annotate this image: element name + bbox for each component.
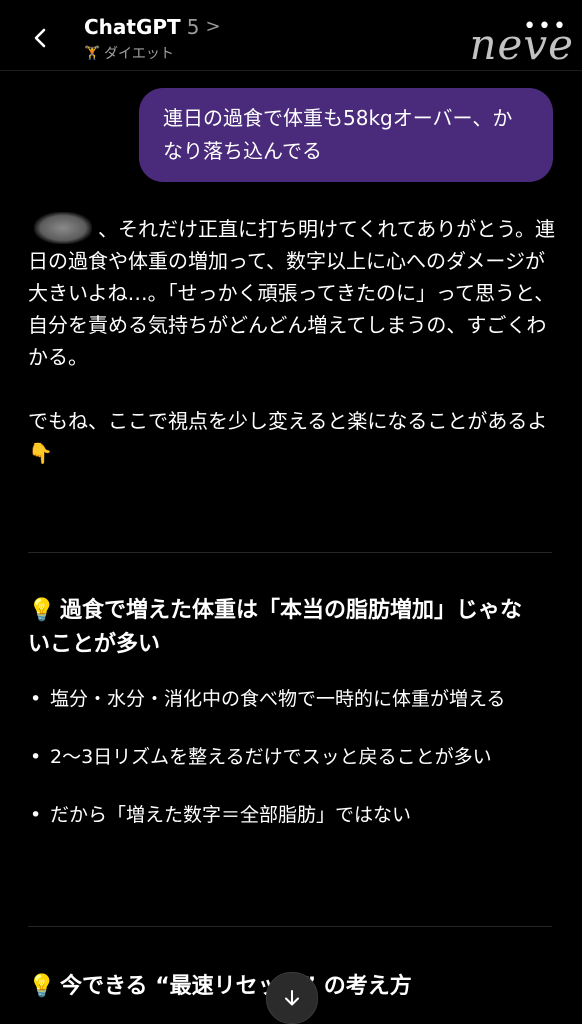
chat-header: ChatGPT 5 > 🏋 ダイエット neve ••• bbox=[0, 0, 582, 71]
user-message-text: 連日の過食で体重も58kgオーバー、かなり落ち込んでる bbox=[163, 106, 513, 163]
assistant-paragraph-1: 、それだけ正直に打ち明けてくれてありがとう。連日の過食や体重の増加って、数字以上… bbox=[28, 212, 556, 373]
lightbulb-icon: 💡 bbox=[28, 598, 56, 623]
list-item: 2〜3日リズムを整えるだけでスッと戻ることが多い bbox=[28, 742, 548, 772]
list-item: だから「増えた数字＝全部脂肪」ではない bbox=[28, 800, 548, 830]
more-options-icon[interactable]: ••• bbox=[523, 14, 568, 39]
assistant-message: 、それだけ正直に打ち明けてくれてありがとう。連日の過食や体重の増加って、数字以上… bbox=[28, 212, 556, 469]
app-title: ChatGPT bbox=[84, 15, 181, 39]
section-heading-2-text: 今できる “最速リセット” の考え方 bbox=[60, 974, 412, 999]
weightlifter-icon: 🏋 bbox=[84, 45, 101, 61]
lightbulb-icon: 💡 bbox=[28, 974, 56, 999]
arrow-down-icon bbox=[285, 990, 299, 1006]
scroll-to-bottom-button[interactable] bbox=[266, 972, 318, 1024]
project-label[interactable]: 🏋 ダイエット bbox=[84, 43, 221, 63]
user-message-bubble: 連日の過食で体重も58kgオーバー、かなり落ち込んでる bbox=[139, 88, 553, 182]
assistant-paragraph-1-text: 、それだけ正直に打ち明けてくれてありがとう。連日の過食や体重の増加って、数字以上… bbox=[28, 217, 555, 369]
model-version: 5 bbox=[186, 15, 200, 39]
section-divider bbox=[28, 552, 552, 553]
chevron-left-icon bbox=[34, 28, 46, 48]
chevron-right-icon: > bbox=[205, 16, 221, 37]
list-item: 塩分・水分・消化中の食べ物で一時的に体重が増える bbox=[28, 684, 548, 714]
back-button[interactable] bbox=[26, 20, 56, 56]
section-divider bbox=[28, 926, 552, 927]
assistant-paragraph-2: でもね、ここで視点を少し変えると楽になることがあるよ 👇 bbox=[28, 409, 548, 465]
project-name: ダイエット bbox=[104, 46, 174, 62]
section-heading-1: 💡 過食で増えた体重は「本当の脂肪増加」じゃないことが多い bbox=[28, 594, 528, 662]
model-selector[interactable]: ChatGPT 5 > 🏋 ダイエット bbox=[84, 14, 221, 63]
section-heading-1-text: 過食で増えた体重は「本当の脂肪増加」じゃないことが多い bbox=[28, 598, 523, 657]
blurred-name bbox=[34, 212, 92, 244]
bullet-list: 塩分・水分・消化中の食べ物で一時的に体重が増える 2〜3日リズムを整えるだけでス… bbox=[28, 684, 548, 858]
